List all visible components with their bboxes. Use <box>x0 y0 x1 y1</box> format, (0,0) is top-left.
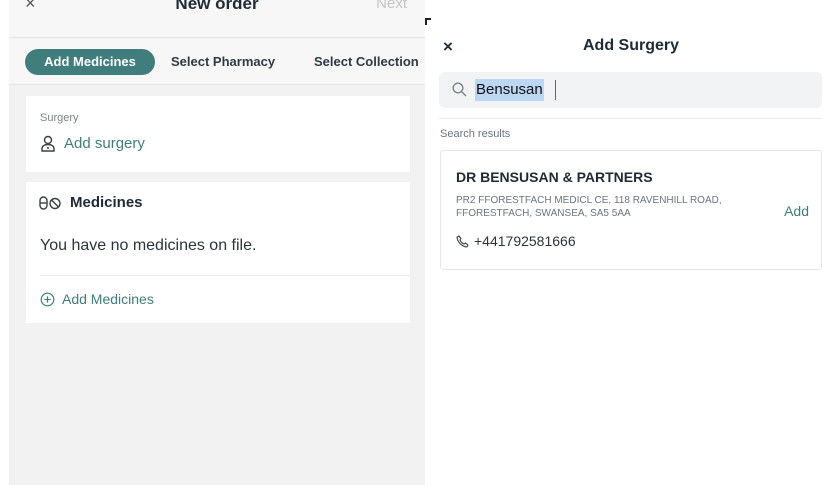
add-medicines-label: Add Medicines <box>62 291 154 307</box>
add-surgery-screen: × Add Surgery Bensusan Search results DR… <box>425 18 823 485</box>
add-button[interactable]: Add <box>784 203 809 219</box>
surgery-card: Surgery Add surgery <box>26 96 410 172</box>
search-query[interactable]: Bensusan <box>475 79 544 101</box>
next-button[interactable]: Next <box>376 0 407 12</box>
surgery-address: PR2 FFORESTFACH MEDICL CE, 118 RAVENHILL… <box>456 195 722 219</box>
tab-select-pharmacy[interactable]: Select Pharmacy <box>171 49 275 75</box>
doctor-icon <box>41 135 55 152</box>
text-cursor <box>555 80 556 100</box>
medicines-title: Medicines <box>70 194 143 211</box>
surgery-phone: +441792581666 <box>456 233 576 249</box>
top-bar: × New order Next <box>9 0 425 38</box>
pills-icon <box>39 195 61 210</box>
add-surgery-button[interactable]: Add surgery <box>40 135 145 152</box>
surgery-result-card[interactable]: DR BENSUSAN & PARTNERS PR2 FFORESTFACH M… <box>440 150 822 270</box>
search-results-label: Search results <box>440 128 511 140</box>
medicines-header: Medicines <box>39 194 143 211</box>
corner-mark <box>425 18 427 25</box>
plus-circle-icon <box>40 292 55 306</box>
tab-select-collection[interactable]: Select Collection <box>314 49 419 75</box>
search-icon <box>452 82 467 97</box>
add-surgery-label: Add surgery <box>64 135 145 152</box>
order-steps-tabs: Add Medicines Select Pharmacy Select Col… <box>9 39 425 85</box>
tab-add-medicines[interactable]: Add Medicines <box>25 49 155 75</box>
search-input[interactable]: Bensusan <box>439 72 822 108</box>
new-order-screen: × New order Next Add Medicines Select Ph… <box>9 0 425 485</box>
no-medicines-text: You have no medicines on file. <box>40 237 257 254</box>
medicines-card: Medicines You have no medicines on file.… <box>26 182 410 323</box>
page-title: Add Surgery <box>582 37 679 54</box>
add-medicines-button[interactable]: Add Medicines <box>40 291 154 307</box>
phone-icon <box>456 234 469 248</box>
page-title: New order <box>175 0 259 13</box>
divider <box>40 275 410 276</box>
divider <box>439 118 822 119</box>
surgery-phone-number: +441792581666 <box>474 233 576 249</box>
surgery-name: DR BENSUSAN & PARTNERS <box>456 169 653 185</box>
surgery-label: Surgery <box>40 112 79 124</box>
